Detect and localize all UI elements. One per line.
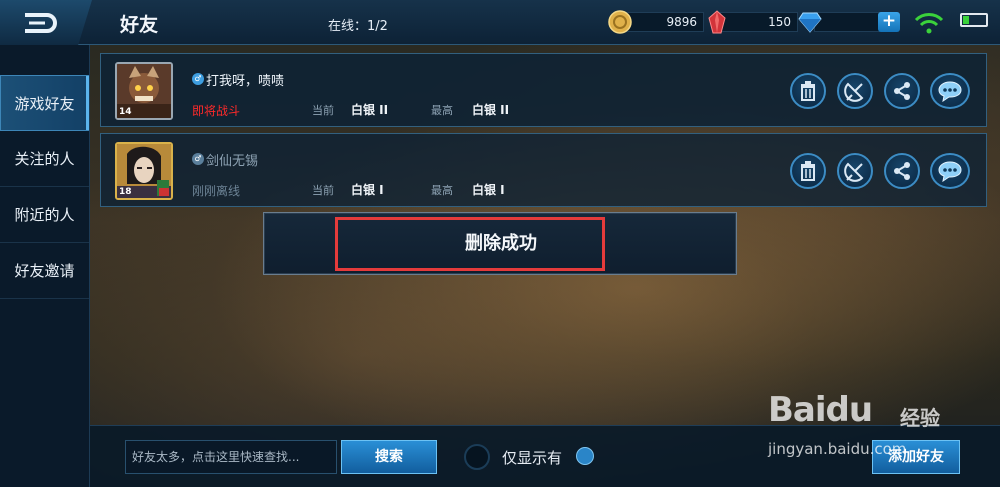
share-button[interactable] <box>884 153 920 189</box>
chat-button[interactable] <box>930 73 970 109</box>
page-title: 好友 <box>120 14 159 36</box>
top-bar: 好友 在线：1/2 9896 150 0 + <box>0 0 1000 45</box>
max-rank: 白银 II <box>472 103 510 117</box>
back-arrow-icon <box>25 12 57 33</box>
max-rank: 白银 I <box>472 183 505 197</box>
chat-button[interactable] <box>930 153 970 189</box>
add-diamonds-button[interactable]: + <box>878 12 900 32</box>
sidebar-item-label: 附近的人 <box>14 206 75 224</box>
current-rank: 白银 II <box>351 103 389 117</box>
max-rank-label: 最高 <box>431 184 453 197</box>
sidebar-item-nearby[interactable]: 附近的人 <box>0 187 89 243</box>
sidebar-item-game-friends[interactable]: 游戏好友 <box>0 75 89 131</box>
gem-balance: 150 <box>706 10 798 34</box>
sidebar-item-invites[interactable]: 好友邀请 <box>0 243 89 299</box>
current-rank: 白银 I <box>351 183 384 197</box>
search-input[interactable] <box>125 440 337 474</box>
online-count: 在线：1/2 <box>328 19 388 34</box>
trash-icon <box>801 161 815 181</box>
red-crystal-icon <box>708 10 726 34</box>
sidebar-item-label: 游戏好友 <box>14 94 75 113</box>
add-friend-button[interactable]: 添加好友 <box>872 440 960 474</box>
battery-icon <box>960 13 988 27</box>
search-button[interactable]: 搜索 <box>341 440 437 474</box>
filter-label: 仅显示有 <box>502 449 563 467</box>
toast-message: 删除成功 <box>465 233 537 254</box>
arrow-info-icon[interactable] <box>576 447 594 465</box>
gold-coin-icon <box>608 10 632 34</box>
satellite-dish-icon <box>844 162 864 182</box>
sidebar: 游戏好友 关注的人 附近的人 好友邀请 <box>0 45 90 487</box>
sidebar-item-label: 好友邀请 <box>14 262 75 280</box>
chat-bubble-icon <box>938 81 962 102</box>
signal-button[interactable] <box>837 73 873 109</box>
delete-friend-button[interactable] <box>790 73 826 109</box>
friend-level: 14 <box>119 107 132 117</box>
wifi-icon <box>914 13 944 34</box>
delete-friend-button[interactable] <box>790 153 826 189</box>
sidebar-item-following[interactable]: 关注的人 <box>0 131 89 187</box>
max-rank-label: 最高 <box>431 104 453 117</box>
signal-button[interactable] <box>837 153 873 189</box>
satellite-dish-icon <box>844 82 864 102</box>
friend-name: 剑仙无锡 <box>206 154 259 169</box>
share-button[interactable] <box>884 73 920 109</box>
friend-row[interactable]: 14 ♂ 打我呀，啧啧 即将战斗 当前 白银 II 最高 白银 II <box>100 53 987 127</box>
share-icon <box>894 82 910 100</box>
bottom-bar: 搜索 仅显示有 添加好友 <box>90 425 1000 487</box>
diamond-icon <box>798 12 822 33</box>
male-icon: ♂ <box>192 73 204 85</box>
toast-dialog: 删除成功 <box>263 212 737 275</box>
chat-bubble-icon <box>938 161 962 182</box>
friend-status: 刚刚离线 <box>192 184 241 198</box>
male-icon: ♂ <box>192 153 204 165</box>
current-rank-label: 当前 <box>312 184 334 197</box>
avatar[interactable]: 14 <box>115 62 173 120</box>
friend-level: 18 <box>119 187 132 197</box>
coin-value: 9896 <box>624 12 704 32</box>
sidebar-item-label: 关注的人 <box>14 150 75 168</box>
friend-name: 打我呀，啧啧 <box>206 74 285 89</box>
avatar[interactable]: 18 <box>115 142 173 200</box>
gem-value: 150 <box>720 12 798 32</box>
friend-row[interactable]: 18 ♂ 剑仙无锡 刚刚离线 当前 白银 I 最高 白银 I <box>100 133 987 207</box>
current-rank-label: 当前 <box>312 104 334 117</box>
coin-balance: 9896 <box>608 10 704 34</box>
back-button[interactable] <box>0 0 92 45</box>
trash-icon <box>801 81 815 101</box>
share-icon <box>894 162 910 180</box>
filter-toggle[interactable] <box>464 444 490 470</box>
friend-status: 即将战斗 <box>192 104 241 118</box>
